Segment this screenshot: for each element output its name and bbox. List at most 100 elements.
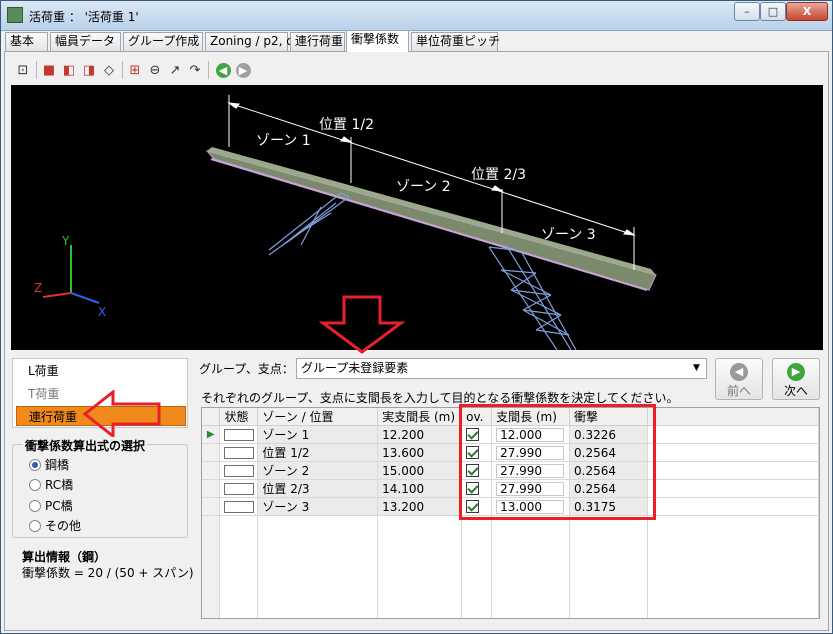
actual-span-cell: 14.100 [377, 479, 463, 498]
toolbar-separator [122, 61, 123, 79]
table-row[interactable]: ゾーン 2 15.000 27.990 0.2564 [202, 461, 819, 480]
back-arrow-icon[interactable]: ◀ [214, 61, 232, 79]
override-cell[interactable] [461, 425, 493, 444]
rotate-icon[interactable]: ↷ [186, 61, 204, 79]
override-checkbox[interactable] [466, 481, 480, 495]
empty-cell [491, 515, 571, 618]
radio-label: PC橋 [45, 499, 73, 513]
table-row[interactable]: ゾーン 3 13.200 13.000 0.3175 [202, 497, 819, 516]
tab-impact-factor[interactable]: 衝撃係数 [346, 30, 409, 52]
zoom-window-icon[interactable]: ⊞ [126, 61, 144, 79]
span-table: 状態 ゾーン / 位置 実支間長 (m) ov. 支間長 (m) 衝撃 ▶ ゾー… [202, 408, 819, 618]
left-truss [268, 192, 350, 256]
zone-cell: ゾーン 2 [257, 461, 379, 480]
axes-indicator: Y Z X [34, 234, 106, 319]
info-title: 算出情報（鋼） [22, 550, 107, 564]
forward-arrow-icon[interactable]: ▶ [234, 61, 252, 79]
empty-cell [461, 515, 493, 618]
col-span-length[interactable]: 支間長 (m) [491, 408, 571, 426]
status-box [224, 428, 255, 441]
maximize-button[interactable]: □ [760, 2, 786, 21]
cube-front-icon[interactable]: ◧ [60, 61, 78, 79]
span-input[interactable]: 27.990 [496, 445, 565, 460]
radio-dot [29, 459, 41, 471]
span-cell[interactable]: 13.000 [491, 497, 571, 516]
table-row[interactable]: 位置 2/3 14.100 27.990 0.2564 [202, 479, 819, 498]
tab-zoning[interactable]: Zoning / p2, q [205, 32, 294, 51]
zone-cell: 位置 2/3 [257, 479, 379, 498]
tab-unit-load-pitch[interactable]: 単位荷重ピッチ [411, 32, 500, 51]
zone-cell: ゾーン 1 [257, 425, 379, 444]
span-input[interactable]: 13.000 [496, 499, 565, 514]
y-axis-label: Y [61, 234, 70, 248]
span-cell[interactable]: 27.990 [491, 461, 571, 480]
group-support-value: グループ未登録要素 [301, 361, 409, 375]
table-row[interactable]: ▶ ゾーン 1 12.200 12.000 0.3226 [202, 425, 819, 444]
tab-basic[interactable]: 基本 [5, 32, 48, 51]
radio-other[interactable]: その他 [29, 518, 81, 534]
instruction-text: それぞれのグループ、支点に支間長を入力して目的となる衝撃係数を決定してください。 [201, 391, 679, 405]
override-checkbox[interactable] [466, 445, 480, 459]
list-item-l-load[interactable]: L荷重 [16, 361, 186, 381]
span-input[interactable]: 27.990 [496, 481, 565, 496]
col-impact[interactable]: 衝撃 [569, 408, 648, 426]
filler-cell [647, 479, 819, 498]
span-cell[interactable]: 27.990 [491, 479, 571, 498]
radio-pc-bridge[interactable]: PC橋 [29, 498, 73, 514]
zone-label-2: ゾーン 2 [396, 179, 451, 195]
wireframe-cube-icon[interactable]: ◇ [100, 61, 118, 79]
override-cell[interactable] [461, 497, 493, 516]
override-checkbox[interactable] [466, 427, 480, 441]
filler-cell [647, 443, 819, 462]
down-arrow-annotation [319, 295, 405, 354]
span-input[interactable]: 27.990 [496, 463, 565, 478]
status-cell [219, 497, 259, 516]
next-button[interactable]: ▶ 次へ [772, 358, 820, 400]
zoom-extents-icon[interactable]: ↗ [166, 61, 184, 79]
tab-group[interactable]: グループ作成 [123, 32, 203, 51]
tab-moving-load[interactable]: 連行荷重 [290, 32, 345, 51]
group-support-select[interactable]: グループ未登録要素 ▼ [296, 358, 707, 379]
3d-viewport[interactable]: 位置 1/2 ゾーン 1 ゾーン 2 位置 2/3 ゾーン 3 Y Z X [11, 85, 823, 350]
override-cell[interactable] [461, 443, 493, 462]
actual-span-cell: 13.200 [377, 497, 463, 516]
col-override[interactable]: ov. [461, 408, 493, 426]
position-label-2: 位置 2/3 [471, 167, 526, 183]
radio-rc-bridge[interactable]: RC橋 [29, 477, 73, 493]
impact-cell: 0.2564 [569, 461, 648, 480]
filler-cell [647, 497, 819, 516]
span-input[interactable]: 12.000 [496, 427, 565, 442]
radio-label: 鋼橋 [45, 458, 70, 472]
row-header [202, 479, 221, 498]
cube-side-icon[interactable]: ◨ [80, 61, 98, 79]
minimize-button[interactable]: – [734, 2, 760, 21]
formula-group-title: 衝撃係数算出式の選択 [23, 437, 148, 454]
close-button[interactable]: X [786, 2, 828, 21]
prev-button[interactable]: ◀ 前へ [715, 358, 763, 400]
radio-steel-bridge[interactable]: 鋼橋 [29, 457, 69, 473]
override-checkbox[interactable] [466, 499, 480, 513]
radio-label: その他 [45, 519, 82, 533]
col-status[interactable]: 状態 [219, 408, 259, 426]
span-cell[interactable]: 27.990 [491, 443, 571, 462]
col-zone-position[interactable]: ゾーン / 位置 [257, 408, 379, 426]
select-all-icon[interactable]: ⊡ [14, 61, 32, 79]
span-cell[interactable]: 12.000 [491, 425, 571, 444]
override-cell[interactable] [461, 461, 493, 480]
tab-width-data[interactable]: 幅員データ [50, 32, 121, 51]
empty-cell [647, 515, 819, 618]
status-box [224, 482, 255, 495]
next-label: 次へ [783, 384, 808, 398]
override-cell[interactable] [461, 479, 493, 498]
z-axis-label: Z [34, 281, 42, 295]
override-checkbox[interactable] [466, 463, 480, 477]
col-actual-span[interactable]: 実支間長 (m) [377, 408, 463, 426]
status-cell [219, 425, 259, 444]
filler-cell [647, 425, 819, 444]
impact-cell: 0.2564 [569, 443, 648, 462]
title-bar: 活荷重 ： '活荷重 1' – □ X [1, 1, 832, 31]
status-box [224, 446, 255, 459]
table-row[interactable]: 位置 1/2 13.600 27.990 0.2564 [202, 443, 819, 462]
cube-view-icon[interactable]: ■ [40, 61, 58, 79]
zoom-out-icon[interactable]: ⊖ [146, 61, 164, 79]
